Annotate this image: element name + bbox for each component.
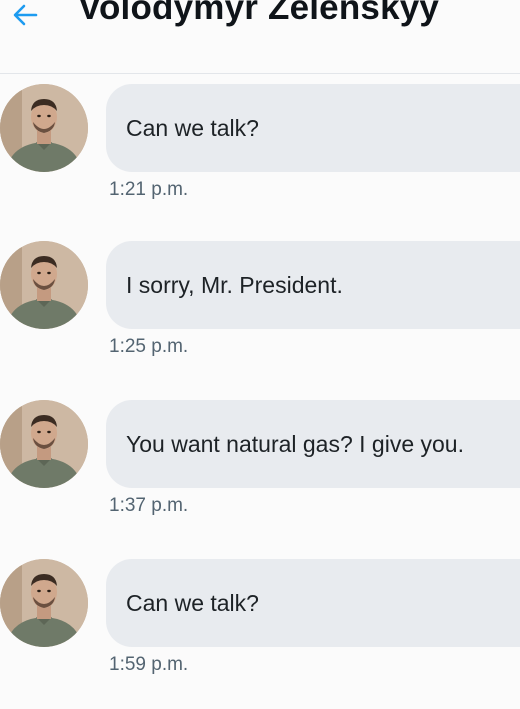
- avatar[interactable]: [0, 84, 88, 172]
- profile-photo: [0, 241, 88, 329]
- message-timestamp: 1:21 p.m.: [109, 179, 189, 200]
- message-row: I sorry, Mr. President. 1:25 p.m.: [0, 241, 520, 391]
- message-bubble[interactable]: Can we talk?: [106, 559, 520, 647]
- message-row: Can we talk? 1:59 p.m.: [0, 559, 520, 709]
- profile-photo: [0, 559, 88, 647]
- back-button[interactable]: [10, 0, 40, 30]
- avatar[interactable]: [0, 400, 88, 488]
- message-bubble[interactable]: You want natural gas? I give you.: [106, 400, 520, 488]
- avatar[interactable]: [0, 241, 88, 329]
- message-row: Can we talk? 1:21 p.m.: [0, 84, 520, 234]
- conversation-title: Volodymyr Zelenskyy: [78, 0, 440, 27]
- message-row: You want natural gas? I give you. 1:37 p…: [0, 400, 520, 550]
- message-timestamp: 1:37 p.m.: [109, 495, 189, 516]
- message-bubble[interactable]: Can we talk?: [106, 84, 520, 172]
- profile-photo: [0, 400, 88, 488]
- arrow-left-icon: [13, 4, 38, 26]
- profile-photo: [0, 84, 88, 172]
- message-timestamp: 1:25 p.m.: [109, 336, 189, 357]
- conversation-header: Volodymyr Zelenskyy: [0, 0, 520, 74]
- avatar[interactable]: [0, 559, 88, 647]
- message-bubble[interactable]: I sorry, Mr. President.: [106, 241, 520, 329]
- message-timestamp: 1:59 p.m.: [109, 654, 189, 675]
